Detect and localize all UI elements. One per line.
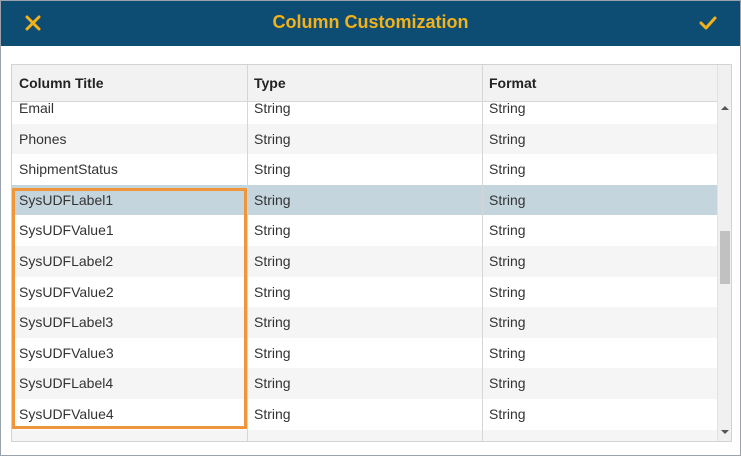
scroll-down-arrow-icon xyxy=(721,430,729,434)
column-divider xyxy=(247,102,248,441)
cell-format: String xyxy=(489,375,526,392)
table-row[interactable]: SysUDFValue2 String String xyxy=(12,277,717,308)
cell-format: String xyxy=(489,405,526,422)
cell-column-title: Phones xyxy=(19,130,67,147)
cell-type: String xyxy=(254,130,291,147)
cell-type: String xyxy=(254,102,291,116)
cell-column-title: SysUDFValue3 xyxy=(19,344,114,361)
cell-column-title: SysUDFLabel4 xyxy=(19,375,114,392)
table-row[interactable]: Email String String xyxy=(12,102,717,124)
cell-format: String xyxy=(489,161,526,178)
cell-type: String xyxy=(254,375,291,392)
table-row[interactable] xyxy=(12,429,717,441)
header-column-title[interactable]: Column Title xyxy=(12,65,247,102)
cell-format: String xyxy=(489,102,526,116)
table-row[interactable]: Phones String String xyxy=(12,123,717,155)
cell-type: String xyxy=(254,405,291,422)
cell-column-title: SysUDFValue2 xyxy=(19,283,114,300)
table-row[interactable]: ShipmentStatus String String xyxy=(12,154,717,185)
cell-format: String xyxy=(489,314,526,331)
cell-column-title: SysUDFValue4 xyxy=(19,405,114,422)
cell-column-title: ShipmentStatus xyxy=(19,161,118,178)
cell-type: String xyxy=(254,222,291,239)
grid-header: Column Title Type Format xyxy=(12,65,717,102)
vertical-scrollbar[interactable] xyxy=(717,65,731,441)
cell-format: String xyxy=(489,191,526,208)
cell-column-title: SysUDFLabel1 xyxy=(19,191,114,208)
cell-type: String xyxy=(254,252,291,269)
cell-column-title: Email xyxy=(19,102,55,116)
column-customization-dialog: Column Customization Column Title Type F… xyxy=(0,0,741,456)
dialog-title: Column Customization xyxy=(272,12,469,32)
cell-type: String xyxy=(254,283,291,300)
cell-format: String xyxy=(489,130,526,147)
table-row[interactable]: SysUDFValue1 String String xyxy=(12,215,717,246)
header-format[interactable]: Format xyxy=(482,65,717,102)
cell-type: String xyxy=(254,191,291,208)
column-divider xyxy=(482,102,483,441)
cell-format: String xyxy=(489,252,526,269)
dialog-titlebar: Column Customization xyxy=(1,1,740,46)
scrollbar-thumb[interactable] xyxy=(720,231,730,284)
table-row[interactable]: SysUDFLabel3 String String xyxy=(12,307,717,338)
cell-format: String xyxy=(489,222,526,239)
cell-format: String xyxy=(489,283,526,300)
scroll-up-arrow-icon xyxy=(721,106,729,110)
grid-body: Email String String Phones String String Shipm… xyxy=(12,102,717,441)
scroll-down-button[interactable] xyxy=(718,425,731,439)
checkmark-icon xyxy=(699,16,717,30)
cell-column-title xyxy=(12,430,247,441)
cell-column-title: SysUDFLabel2 xyxy=(19,252,114,269)
cell-format: String xyxy=(489,344,526,361)
columns-grid: Column Title Type Format Email String Stri… xyxy=(11,64,732,442)
scroll-up-button[interactable] xyxy=(718,101,731,115)
grid-rows: Email String String Phones String String Shipm… xyxy=(12,102,717,441)
cell-type: String xyxy=(254,314,291,331)
cell-column-title: SysUDFLabel3 xyxy=(19,314,114,331)
confirm-button[interactable] xyxy=(693,8,723,38)
cell-column-title: SysUDFValue1 xyxy=(19,222,114,239)
cell-type: String xyxy=(254,161,291,178)
table-row[interactable]: SysUDFValue4 String String xyxy=(12,399,717,430)
table-row[interactable]: SysUDFLabel4 String String xyxy=(12,368,717,399)
cell-format xyxy=(482,430,717,441)
cell-type xyxy=(247,430,482,441)
header-type[interactable]: Type xyxy=(247,65,482,102)
cell-type: String xyxy=(254,344,291,361)
table-row[interactable]: SysUDFLabel2 String String xyxy=(12,245,717,277)
table-row[interactable]: SysUDFValue3 String String xyxy=(12,338,717,369)
table-row[interactable]: SysUDFLabel1 String String xyxy=(12,184,717,216)
